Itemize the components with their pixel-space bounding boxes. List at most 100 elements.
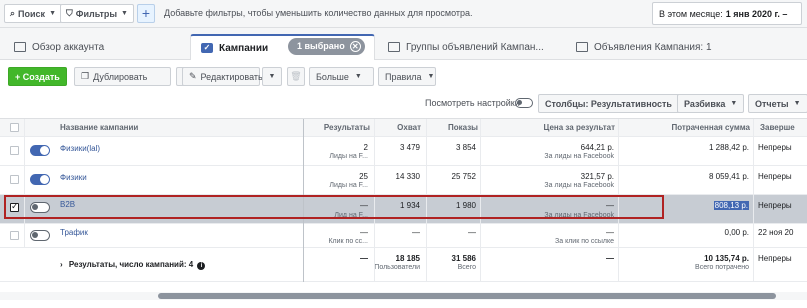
row-checkbox[interactable] [10,175,19,184]
view-settings-label: Посмотреть настройки [425,98,520,108]
reach-value: — [412,228,420,237]
tab-label: Обзор аккаунта [32,41,105,53]
row-checkbox[interactable] [10,231,19,240]
end-value: 22 ноя 20 [758,228,794,237]
chevron-down-icon: ▼ [427,73,435,80]
more-button[interactable]: Больше ▼ [309,67,374,86]
cost-per-result-type: За лиды на Facebook [544,153,614,160]
tab-label: Кампании [219,42,269,54]
create-button[interactable]: + Создать [8,67,67,86]
selected-count-badge[interactable]: 1 выбрано ✕ [288,38,365,55]
level-tabs: Обзор аккаунта ✓ Кампании 1 выбрано ✕ Гр… [0,28,807,60]
chevron-down-icon: ▼ [354,73,362,80]
summary-end: Непреры [758,254,792,263]
edit-button[interactable]: ✎ Редактировать [182,67,263,86]
cost-per-result-type: За клик по ссылке [555,238,614,245]
column-divider [753,119,754,282]
table-row[interactable]: Физики(lal) 2 Лиды на F... 3 479 3 854 6… [0,137,807,166]
selected-count: 1 выбрано [297,41,345,51]
column-divider [374,119,375,282]
results-value: 2 [363,143,368,152]
rules-button[interactable]: Правила ▼ [378,67,436,86]
impressions-value: — [468,228,476,237]
reach-value: 3 479 [399,143,420,152]
results-type: Лид на F... [334,212,368,219]
view-settings-toggle[interactable] [515,98,533,108]
column-divider [303,119,304,282]
horizontal-scrollbar[interactable] [0,292,807,300]
delete-button[interactable]: 🗑 [287,67,305,86]
clear-selection-icon[interactable]: ✕ [349,41,361,52]
filters-button[interactable]: ⛉ Фильтры ▼ [60,4,134,23]
summary-impressions-label: Всего [457,264,476,271]
campaign-name-link[interactable]: Физики(lal) [60,144,100,153]
campaign-toggle[interactable] [30,145,50,156]
cost-per-result-type: За лиды на Facebook [544,182,614,189]
tab-account-overview[interactable]: Обзор аккаунта [4,34,184,60]
campaign-name-link[interactable]: Трафик [60,228,88,237]
spent-value-highlight: 808,13 р. [713,201,749,210]
summary-results: — [360,254,368,263]
spent-value: 1 288,42 р. [708,143,749,152]
reports-label: Отчеты [755,98,789,109]
table-row[interactable]: Трафик — Клик по сс... — — — За клик по … [0,224,807,248]
column-divider [618,119,619,282]
spent-value: 8 059,41 р. [708,172,749,181]
campaign-toggle[interactable] [30,202,50,213]
select-all-checkbox[interactable] [10,123,19,132]
results-type: Лиды на F... [329,182,368,189]
summary-row: › Результаты, число кампаний: 4 i — 18 1… [0,248,807,282]
tab-label: Группы объявлений Кампан... [406,41,544,53]
campaign-name-link[interactable]: Физики [60,173,87,182]
column-divider [426,119,427,282]
reach-value: 14 330 [395,172,420,181]
tab-adsets[interactable]: Группы объявлений Кампан... [378,34,558,60]
end-value: Непреры [758,172,792,181]
results-type: Лиды на F... [329,153,368,160]
results-value: 25 [359,172,368,181]
summary-label: Результаты, число кампаний: 4 [68,260,194,269]
date-range-picker[interactable]: В этом месяце: 1 янв 2020 г. – [652,2,802,25]
campaign-name-link[interactable]: B2B [60,200,75,209]
table-row-selected[interactable]: B2B — Лид на F... 1 934 1 980 — За лиды … [0,195,807,224]
row-checkbox[interactable] [10,146,19,155]
chevron-right-icon: › [60,260,63,269]
campaign-toggle[interactable] [30,174,50,185]
impressions-value: 25 752 [451,172,476,181]
table-row[interactable]: Физики 25 Лиды на F... 14 330 25 752 321… [0,166,807,195]
cost-per-result-value: 644,21 р. [580,143,614,152]
summary-reach-label: Пользователи [374,264,420,271]
cost-per-result-value: — [606,201,614,210]
cost-per-result-value: — [606,228,614,237]
cost-per-result-value: 321,57 р. [580,172,614,181]
row-checkbox[interactable] [10,201,19,212]
results-value: — [360,228,368,237]
ad-icon [576,42,588,52]
duplicate-button[interactable]: ❐ Дублировать [74,67,171,86]
breakdown-dropdown[interactable]: Разбивка ▼ [677,94,745,113]
edit-dropdown[interactable]: ▼ [262,67,282,86]
search-button[interactable]: ⌕ Поиск ▼ [4,4,62,23]
chevron-down-icon: ▼ [121,10,128,17]
rules-label: Правила [385,71,422,82]
impressions-value: 3 854 [455,143,476,152]
date-value: 1 янв 2020 г. – [725,8,788,19]
tab-ads[interactable]: Объявления Кампания: 1 [566,34,796,60]
columns-dropdown[interactable]: Столбцы: Результативность ▼ [538,94,691,113]
filter-hint: Добавьте фильтры, чтобы уменьшить количе… [164,8,473,18]
summary-reach: 18 185 [395,254,420,263]
duplicate-label: Дублировать [93,71,148,82]
campaign-toggle[interactable] [30,230,50,241]
summary-cost-per-result: — [606,254,614,263]
filters-label: Фильтры [75,8,118,19]
column-divider [24,119,25,248]
reports-dropdown[interactable]: Отчеты ▼ [748,94,807,113]
check-icon: ✓ [201,43,213,53]
search-label: Поиск [18,8,46,19]
add-filter-button[interactable]: + [137,4,155,23]
chevron-down-icon: ▼ [730,100,738,107]
info-icon[interactable]: i [197,262,206,270]
scrollbar-thumb[interactable] [158,293,776,299]
summary-expand[interactable]: › Результаты, число кампаний: 4 i [60,260,206,293]
column-divider [480,119,481,282]
